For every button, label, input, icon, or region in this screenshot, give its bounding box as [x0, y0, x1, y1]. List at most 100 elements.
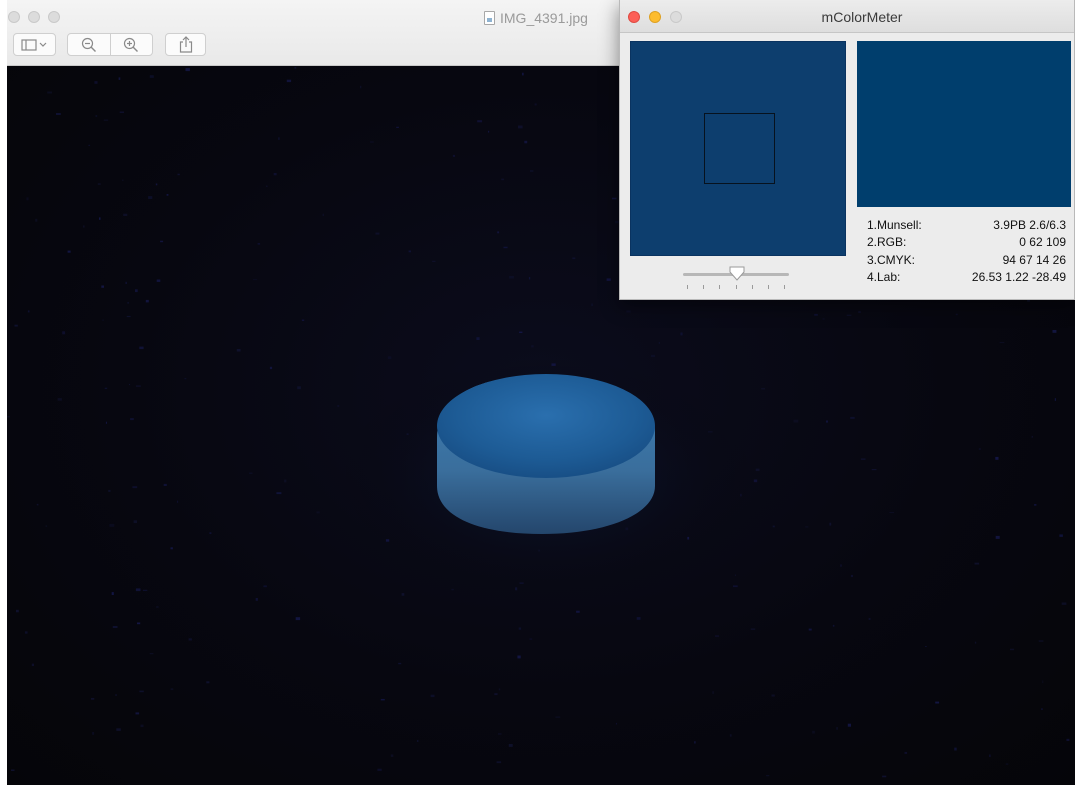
background-speck [498, 733, 502, 735]
color-swatch [857, 41, 1071, 207]
background-speck [847, 723, 851, 727]
background-speck [832, 624, 835, 627]
background-speck [57, 398, 62, 401]
background-speck [868, 617, 871, 620]
zoom-window-button[interactable] [48, 11, 60, 23]
background-speck [31, 663, 34, 667]
background-speck [860, 458, 866, 460]
background-speck [104, 387, 108, 389]
background-speck [266, 185, 268, 187]
background-speck [385, 539, 390, 542]
background-speck [978, 448, 981, 450]
readout-label: 1.Munsell: [867, 218, 922, 232]
background-speck [750, 628, 756, 630]
background-speck [497, 231, 500, 234]
background-speck [108, 489, 111, 492]
background-speck [95, 115, 98, 117]
readout-row-munsell[interactable]: 1.Munsell: 3.9PB 2.6/6.3 [867, 217, 1066, 234]
background-speck [1054, 398, 1056, 401]
background-speck [846, 314, 852, 316]
background-speck [451, 588, 454, 591]
meter-titlebar[interactable]: mColorMeter [620, 0, 1074, 33]
document-title[interactable]: IMG_4391.jpg [484, 10, 588, 26]
background-speck [836, 727, 838, 730]
minimize-window-button[interactable] [28, 11, 40, 23]
zoom-in-button[interactable] [111, 34, 153, 55]
background-speck [995, 535, 1000, 539]
background-speck [430, 694, 435, 698]
background-speck [615, 722, 617, 725]
background-speck [680, 332, 683, 336]
background-speck [822, 318, 825, 320]
zoom-out-button[interactable] [68, 34, 111, 55]
background-speck [1052, 330, 1057, 333]
background-speck [529, 170, 534, 172]
background-speck [156, 279, 161, 282]
background-speck [651, 354, 655, 358]
background-speck [27, 310, 30, 313]
slider-tick [768, 285, 769, 289]
document-title-text: IMG_4391.jpg [500, 10, 588, 26]
background-speck [135, 289, 138, 293]
background-speck [498, 688, 501, 691]
background-speck [576, 610, 580, 613]
background-speck [92, 732, 95, 735]
background-speck [871, 469, 877, 471]
background-speck [166, 194, 169, 196]
background-speck [35, 218, 38, 222]
background-speck [118, 77, 121, 80]
slider-tick [703, 285, 704, 289]
readout-row-rgb[interactable]: 2.RGB: 0 62 109 [867, 234, 1066, 251]
background-speck [1042, 680, 1044, 684]
readout-row-lab[interactable]: 4.Lab: 26.53 1.22 -28.49 [867, 269, 1066, 286]
background-speck [476, 337, 480, 340]
background-speck [273, 173, 277, 176]
background-speck [805, 526, 809, 528]
close-window-button[interactable] [8, 11, 20, 23]
background-speck [94, 81, 98, 84]
readout-row-cmyk[interactable]: 3.CMYK: 94 67 14 26 [867, 252, 1066, 269]
share-icon [179, 36, 192, 53]
background-speck [408, 250, 411, 253]
background-speck [136, 385, 141, 387]
background-speck [105, 421, 107, 424]
background-speck [417, 739, 419, 742]
background-speck [501, 178, 505, 181]
magnification-slider[interactable] [683, 265, 793, 295]
background-speck [148, 196, 153, 199]
slider-knob[interactable] [729, 266, 745, 281]
background-speck [1031, 435, 1033, 438]
background-speck [508, 744, 513, 747]
background-speck [452, 154, 455, 157]
background-speck [772, 525, 775, 528]
background-speck [995, 456, 999, 460]
background-speck [755, 468, 760, 472]
background-speck [62, 331, 66, 335]
background-speck [1059, 534, 1063, 537]
sidebar-toggle-button[interactable] [13, 33, 56, 56]
background-speck [509, 276, 514, 279]
background-speck [284, 479, 287, 483]
share-button[interactable] [165, 33, 206, 56]
background-speck [101, 285, 104, 288]
background-speck [109, 523, 115, 527]
background-speck [129, 384, 131, 386]
background-speck [1034, 504, 1037, 506]
background-speck [528, 277, 531, 280]
slider-tick [752, 285, 753, 289]
background-speck [708, 431, 713, 433]
background-speck [276, 492, 282, 495]
background-speck [149, 653, 154, 655]
background-speck [636, 617, 641, 620]
background-speck [123, 213, 128, 216]
background-speck [7, 416, 10, 418]
readout-value: 26.53 1.22 -28.49 [971, 269, 1066, 284]
zoom-in-icon [124, 37, 139, 52]
sample-reticle [704, 113, 775, 184]
mcolormeter-window: mColorMeter 1.Munsell: 3.9PB 2.6/6.3 2.R… [619, 0, 1075, 300]
background-speck [904, 751, 908, 754]
background-speck [14, 324, 18, 327]
background-speck [1061, 602, 1067, 605]
background-speck [740, 493, 742, 497]
background-speck [380, 698, 385, 701]
